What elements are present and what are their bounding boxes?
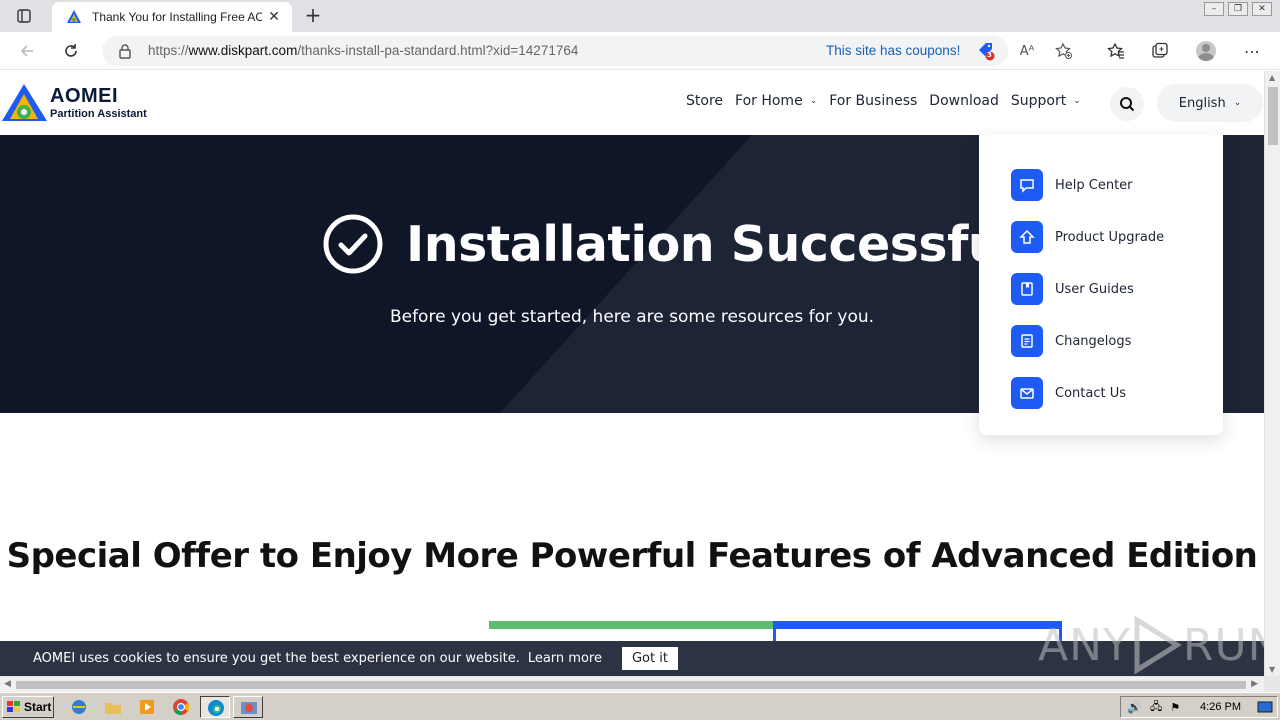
site-header: AOMEI Partition Assistant Store For Home… xyxy=(0,71,1264,135)
chrome-icon[interactable] xyxy=(172,698,190,716)
aomei-logo[interactable]: AOMEI Partition Assistant xyxy=(2,83,162,123)
browser-tab-active[interactable]: Thank You for Installing Free AOMEI Part… xyxy=(52,2,292,32)
coupon-tag-icon[interactable]: 3 xyxy=(976,41,996,61)
logo-brand: AOMEI xyxy=(50,85,119,107)
page-viewport: AOMEI Partition Assistant Store For Home… xyxy=(0,71,1264,676)
scroll-up-icon[interactable]: ▲ xyxy=(1269,73,1275,82)
scroll-right-icon[interactable]: ▶ xyxy=(1251,679,1258,689)
search-icon xyxy=(1120,97,1135,112)
cookie-accept-button[interactable]: Got it xyxy=(621,647,678,670)
scroll-down-icon[interactable]: ▼ xyxy=(1269,665,1275,674)
internet-explorer-icon[interactable] xyxy=(70,698,88,716)
tab-actions-icon[interactable] xyxy=(10,6,38,26)
taskbar-app-button[interactable] xyxy=(233,696,263,718)
window-controls: – ❐ ✕ xyxy=(1204,2,1272,16)
windows-flag-icon xyxy=(7,701,20,712)
search-button[interactable] xyxy=(1110,87,1144,121)
document-icon xyxy=(1011,325,1043,357)
nav-download[interactable]: Download xyxy=(929,93,999,109)
chat-bubble-icon xyxy=(1011,169,1043,201)
anyrun-watermark: ANY RUN xyxy=(1038,616,1264,674)
support-item-changelogs[interactable]: Changelogs xyxy=(1011,325,1131,357)
vertical-scroll-thumb[interactable] xyxy=(1268,87,1278,145)
nav-for-business[interactable]: For Business xyxy=(829,93,917,109)
add-favorite-icon[interactable] xyxy=(1055,42,1073,60)
horizontal-scroll-thumb[interactable] xyxy=(16,681,1246,689)
main-nav: Store For Home ⌄ For Business Download Su… xyxy=(686,93,1093,109)
chevron-down-icon: ⌄ xyxy=(1073,96,1081,106)
check-circle-icon xyxy=(323,214,383,274)
more-options-icon[interactable]: ⋯ xyxy=(1242,41,1262,61)
language-selector[interactable]: English ⌄ xyxy=(1157,84,1263,122)
favorites-icon[interactable] xyxy=(1106,41,1126,61)
taskbar-edge-active[interactable] xyxy=(200,696,230,718)
url-text[interactable]: https://www.diskpart.com/thanks-install-… xyxy=(148,43,578,58)
vertical-scrollbar[interactable]: ▲ ▼ xyxy=(1264,71,1280,676)
hero-title-row: Installation Successful xyxy=(322,213,1019,275)
support-item-contact-us[interactable]: Contact Us xyxy=(1011,377,1126,409)
standard-plan-card-top xyxy=(489,621,773,629)
advanced-plan-card-top xyxy=(773,621,1062,629)
collections-icon[interactable] xyxy=(1150,41,1170,61)
start-button[interactable]: Start xyxy=(2,696,54,718)
windows-taskbar: Start 🔊 🖧 ⚑ 4:26 PM xyxy=(0,692,1280,720)
flag-notification-icon[interactable]: ⚑ xyxy=(1170,701,1180,714)
network-icon[interactable]: 🖧 xyxy=(1150,698,1162,717)
show-desktop-icon[interactable] xyxy=(1257,701,1273,715)
support-item-help-center[interactable]: Help Center xyxy=(1011,169,1133,201)
read-aloud-icon[interactable]: Aᴬ xyxy=(1018,42,1036,60)
tab-close-icon[interactable]: ✕ xyxy=(266,9,282,25)
new-tab-icon[interactable]: + xyxy=(302,4,324,26)
system-tray: 🔊 🖧 ⚑ 4:26 PM xyxy=(1120,696,1278,718)
nav-support[interactable]: Support ⌄ xyxy=(1011,93,1081,109)
refresh-icon[interactable] xyxy=(60,40,82,62)
restore-icon[interactable]: ❐ xyxy=(1228,2,1248,16)
screen: Thank You for Installing Free AOMEI Part… xyxy=(0,0,1280,720)
edge-icon xyxy=(208,700,224,716)
logo-product: Partition Assistant xyxy=(50,108,147,120)
play-logo-icon xyxy=(1134,616,1182,674)
book-icon xyxy=(1011,273,1043,305)
chevron-down-icon: ⌄ xyxy=(809,96,818,106)
profile-avatar[interactable] xyxy=(1196,41,1216,61)
lock-icon[interactable] xyxy=(118,43,132,59)
support-item-product-upgrade[interactable]: Product Upgrade xyxy=(1011,221,1164,253)
upgrade-arrow-icon xyxy=(1011,221,1043,253)
support-item-user-guides[interactable]: User Guides xyxy=(1011,273,1134,305)
minimize-icon[interactable]: – xyxy=(1204,2,1224,16)
back-arrow-icon[interactable] xyxy=(16,40,38,62)
address-bar[interactable]: https://www.diskpart.com/thanks-install-… xyxy=(102,36,1072,66)
support-dropdown-menu: Help Center Product Upgrade User Guides … xyxy=(979,135,1223,435)
browser-tab-strip: Thank You for Installing Free AOMEI Part… xyxy=(0,0,1280,32)
app-window-icon xyxy=(241,702,257,714)
nav-store[interactable]: Store xyxy=(686,93,723,109)
offer-title: Special Offer to Enjoy More Powerful Fea… xyxy=(6,536,1258,576)
clock[interactable]: 4:26 PM xyxy=(1200,701,1241,713)
aomei-logo-icon xyxy=(2,84,47,121)
close-window-icon[interactable]: ✕ xyxy=(1252,2,1272,16)
media-player-icon[interactable] xyxy=(138,698,156,716)
cookie-learn-more-link[interactable]: Learn more xyxy=(528,651,602,666)
tab-title: Thank You for Installing Free AOMEI Part… xyxy=(92,10,262,24)
folder-icon[interactable] xyxy=(104,698,122,716)
horizontal-scrollbar[interactable]: ◀ ▶ xyxy=(0,676,1264,692)
scrollbar-corner xyxy=(1264,676,1280,692)
hero-title: Installation Successful xyxy=(406,215,1019,273)
coupons-notice[interactable]: This site has coupons! xyxy=(826,43,960,58)
coupon-badge: 3 xyxy=(987,51,992,59)
browser-toolbar: https://www.diskpart.com/thanks-install-… xyxy=(0,32,1280,70)
scroll-left-icon[interactable]: ◀ xyxy=(4,679,11,689)
nav-for-home[interactable]: For Home ⌄ xyxy=(735,93,817,109)
language-label: English xyxy=(1178,95,1226,111)
cookie-text: AOMEI uses cookies to ensure you get the… xyxy=(33,651,520,666)
aomei-favicon-icon xyxy=(67,10,81,23)
mail-icon xyxy=(1011,377,1043,409)
chevron-down-icon: ⌄ xyxy=(1233,98,1242,108)
volume-icon[interactable]: 🔊 xyxy=(1127,700,1142,714)
